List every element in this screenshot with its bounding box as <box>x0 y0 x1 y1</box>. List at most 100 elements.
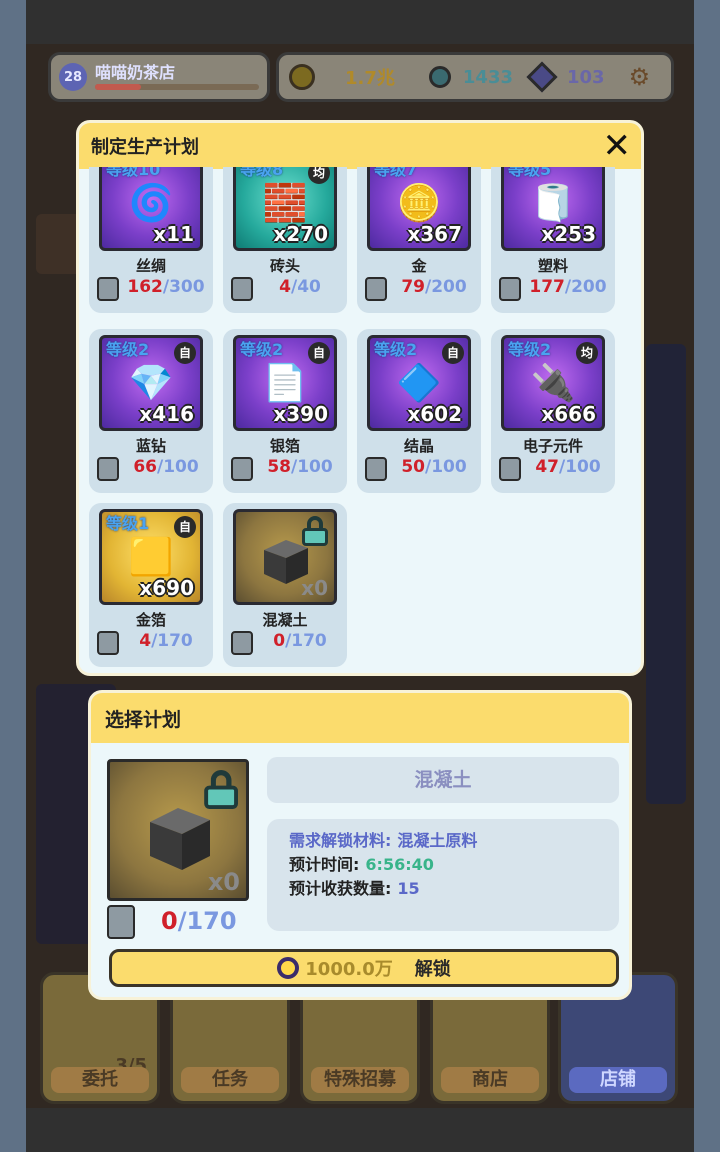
material-icon: 🌀 <box>128 183 174 224</box>
item-thumbnail: 等级10 🌀 x11 <box>99 167 203 251</box>
storage-mini-icon <box>107 905 135 939</box>
item-thumbnail: 等级5 🧻 x253 <box>501 167 605 251</box>
material-icon: 💎 <box>128 363 174 404</box>
item-count: x666 <box>541 402 596 426</box>
unlock-label: 解锁 <box>414 959 451 980</box>
nav-store-label: 商店 <box>441 1067 539 1093</box>
shop-info-bar[interactable]: 28 喵喵奶茶店 <box>48 52 270 102</box>
item-name: 金箔 <box>135 611 166 629</box>
storage-mini-icon <box>231 631 253 655</box>
plan-item-card[interactable]: x0 混凝土 0/170 <box>223 503 347 667</box>
plan-item-card[interactable]: 等级2 自 🔷 x602 结晶 50/100 <box>357 329 481 493</box>
item-count: x390 <box>273 402 328 426</box>
item-count: x367 <box>407 222 462 246</box>
item-progress: 0/170 <box>273 631 327 651</box>
item-count: x253 <box>541 222 596 246</box>
lock-icon <box>302 516 328 546</box>
storage-mini-icon <box>231 457 253 481</box>
plan-item-card[interactable]: 等级5 🧻 x253 塑料 177/200 <box>491 167 615 313</box>
item-count: x690 <box>139 576 194 600</box>
item-badge: 自 <box>442 342 464 364</box>
concrete-large-thumbnail: x0 <box>107 759 249 901</box>
item-thumbnail: 等级2 自 📄 x390 <box>233 335 337 431</box>
plan-item-card[interactable]: 等级2 均 🔌 x666 电子元件 47/100 <box>491 329 615 493</box>
item-count: x11 <box>153 222 194 246</box>
item-progress: 177/200 <box>529 277 607 297</box>
item-name: 蓝钻 <box>135 437 166 455</box>
storage-mini-icon <box>97 277 119 301</box>
settings-gear-icon[interactable]: ⚙ <box>629 63 651 91</box>
shop-name: 喵喵奶茶店 <box>95 63 176 82</box>
nav-commission-label: 委托 <box>51 1067 149 1093</box>
item-badge: 自 <box>308 342 330 364</box>
gem-a-icon <box>428 66 451 88</box>
item-progress: 162/300 <box>127 277 205 297</box>
item-count: x416 <box>139 402 194 426</box>
nav-recruit-label: 特殊招募 <box>311 1067 409 1093</box>
nav-tasks-label: 任务 <box>181 1067 279 1093</box>
plan-item-card[interactable]: 等级8 均 🧱 x270 砖头 4/40 <box>223 167 347 313</box>
resource-bar: 1.7兆 1433 103 ⚙ <box>276 52 674 102</box>
left-edge <box>0 0 26 1152</box>
nav-shop-label: 店铺 <box>569 1067 667 1093</box>
item-count: x270 <box>273 222 328 246</box>
item-count: x602 <box>407 402 462 426</box>
material-icon: 🟨 <box>128 537 174 578</box>
item-badge: 均 <box>576 342 598 364</box>
plan-item-card[interactable]: 等级10 🌀 x11 丝绸 162/300 <box>89 167 213 313</box>
item-name: 电子元件 <box>522 437 583 455</box>
plan-item-card[interactable]: 等级2 自 📄 x390 银箔 58/100 <box>223 329 347 493</box>
item-level: 等级7 <box>374 167 418 179</box>
unlock-button[interactable]: 1000.0万 解锁 <box>109 949 619 987</box>
shop-progress-bar <box>95 84 259 90</box>
estimated-time-row: 预计时间: 6:56:40 <box>289 855 434 874</box>
item-progress: 50/100 <box>401 457 467 477</box>
item-name: 塑料 <box>537 257 568 275</box>
unlock-cost: 1000.0万 <box>305 959 393 980</box>
lock-icon <box>204 770 238 809</box>
gold-amount: 1.7兆 <box>345 68 395 89</box>
right-edge <box>694 0 720 1152</box>
item-name: 混凝土 <box>262 611 308 629</box>
item-level: 等级2 <box>374 340 418 359</box>
item-thumbnail: 等级2 均 🔌 x666 <box>501 335 605 431</box>
storage-mini-icon <box>231 277 253 301</box>
gem-a-amount: 1433 <box>462 66 513 88</box>
storage-mini-icon <box>499 277 521 301</box>
item-level: 等级2 <box>508 340 552 359</box>
item-progress: 79/200 <box>401 277 467 297</box>
coin-icon <box>277 957 300 979</box>
plan-info-box: 需求解锁材料: 混凝土原料 预计时间: 6:56:40 预计收获数量: 15 <box>267 819 619 931</box>
select-plan-dialog: 选择计划 x0 0/170 混凝土 需求解锁材料: 混凝土原料 预计时间: 6:56… <box>88 690 632 1000</box>
bottom-letterbox <box>26 1108 694 1152</box>
gold-coin-icon <box>289 64 315 90</box>
item-count: x0 <box>301 576 328 600</box>
unlock-material-row: 需求解锁材料: 混凝土原料 <box>289 831 478 850</box>
item-progress: 66/100 <box>133 457 199 477</box>
item-level: 等级8 <box>240 167 284 179</box>
material-icon: 🔷 <box>396 363 442 404</box>
item-thumbnail: 等级1 自 🟨 x690 <box>99 509 203 605</box>
plan-item-card[interactable]: 等级7 🪙 x367 金 79/200 <box>357 167 481 313</box>
item-level: 等级1 <box>106 514 150 533</box>
close-icon[interactable]: ✕ <box>603 129 632 163</box>
item-name: 银箔 <box>269 437 300 455</box>
item-level: 等级2 <box>240 340 284 359</box>
item-name: 结晶 <box>403 437 434 455</box>
concrete-progress: 0/170 <box>161 907 237 935</box>
material-icon: 🧱 <box>262 183 308 224</box>
selected-item-name: 混凝土 <box>267 757 619 803</box>
item-thumbnail: 等级8 均 🧱 x270 <box>233 167 337 251</box>
item-thumbnail: x0 <box>233 509 337 605</box>
item-name: 砖头 <box>269 257 300 275</box>
material-icon: 🧻 <box>530 183 576 224</box>
plan-item-card[interactable]: 等级2 自 💎 x416 蓝钻 66/100 <box>89 329 213 493</box>
material-icon: 🪙 <box>396 183 442 224</box>
item-level: 等级10 <box>106 167 161 179</box>
select-dialog-title: 选择计划 <box>91 693 629 743</box>
plan-item-card[interactable]: 等级1 自 🟨 x690 金箔 4/170 <box>89 503 213 667</box>
material-icon: 📄 <box>262 363 308 404</box>
item-progress: 58/100 <box>267 457 333 477</box>
storage-mini-icon <box>499 457 521 481</box>
shop-level-badge: 28 <box>59 63 87 91</box>
